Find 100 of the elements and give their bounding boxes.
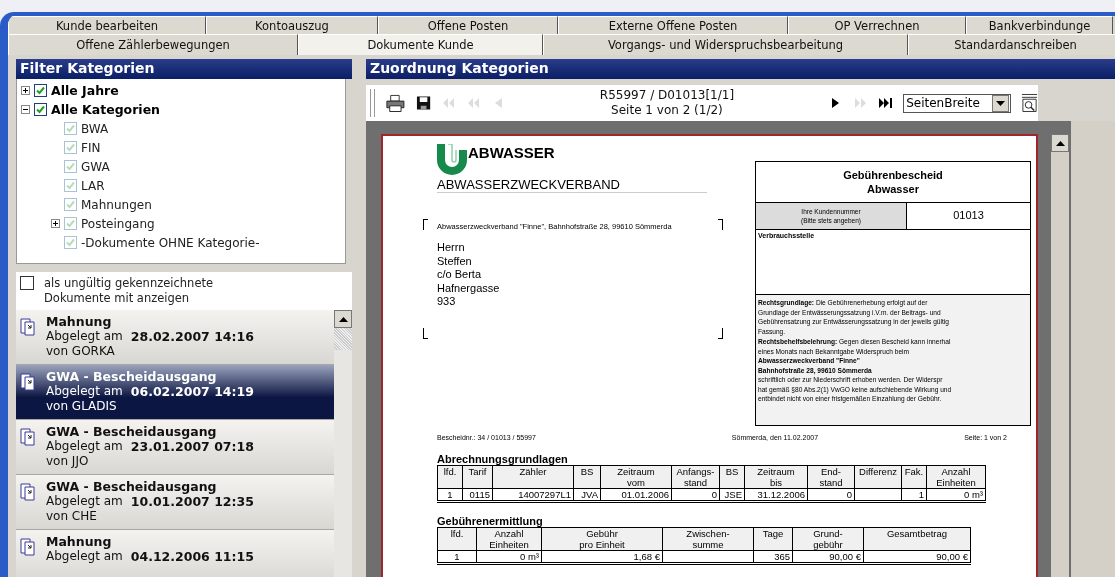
column-header: Zeitraum vom: [600, 465, 672, 489]
section-heading: Gebührenermittlung: [437, 515, 544, 527]
table-cell: 1: [454, 551, 460, 562]
zoom-select[interactable]: SeitenBreite: [903, 93, 1011, 113]
filed-label: Abgelegt am: [46, 494, 123, 509]
filed-label: Abgelegt am: [46, 384, 123, 399]
column-header: Differenz: [854, 465, 902, 489]
column-header: lfd.: [437, 465, 463, 489]
tab[interactable]: OP Verrechnen: [788, 16, 966, 34]
table-cell: JSE: [724, 489, 742, 500]
tab[interactable]: Kontoauszug: [206, 16, 378, 34]
document-title: Mahnung: [46, 314, 113, 329]
column-header: Gebühr pro Einheit: [541, 527, 663, 551]
column-header: Fak.: [901, 465, 927, 489]
panel-title: Filter Kategorien: [16, 59, 352, 79]
scroll-up-icon[interactable]: [338, 316, 348, 322]
document-list-item[interactable]: GWA - Bescheidausgang Abgelegt am 06.02.2007 14:19 von GLADIS: [16, 365, 334, 420]
document-title: GWA - Bescheidausgang: [46, 479, 218, 494]
scroll-up-icon[interactable]: [1055, 140, 1065, 146]
table-cell: 1: [918, 489, 924, 500]
tab[interactable]: Kunde bearbeiten: [8, 16, 206, 34]
scrollbar[interactable]: [334, 310, 352, 577]
column-header: BS: [719, 465, 745, 489]
checkbox[interactable]: [34, 103, 47, 116]
tree-item-label[interactable]: Alle Jahre: [51, 83, 119, 98]
expand-icon[interactable]: [21, 86, 30, 95]
table-cell: 14007297L1: [518, 489, 571, 500]
document-title: GWA - Bescheidausgang: [46, 424, 218, 439]
checkbox[interactable]: [20, 276, 34, 290]
last-icon[interactable]: [878, 97, 894, 109]
column-header: Tage: [753, 527, 793, 551]
zoom-page-icon[interactable]: [1021, 93, 1038, 113]
save-icon[interactable]: [415, 95, 431, 111]
filed-label: Abgelegt am: [46, 329, 123, 344]
column-header: Anfangs- stand: [671, 465, 720, 489]
printer-icon[interactable]: [384, 93, 406, 113]
column-header: Zeitraum bis: [744, 465, 808, 489]
column-header: End- stand: [807, 465, 855, 489]
checkbox-label: als ungültig gekennzeichnete Dokumente mit anzeigen: [44, 276, 214, 306]
collapse-icon[interactable]: [21, 105, 30, 114]
column-header: Zähler: [492, 465, 574, 489]
filed-date: 10.01.2007 12:35: [130, 494, 254, 509]
filed-date: 06.02.2007 14:19: [130, 384, 254, 399]
filed-by: von JJO: [46, 454, 90, 469]
dropdown-arrow-icon[interactable]: [996, 100, 1005, 106]
document-list-item[interactable]: Mahnung Abgelegt am 28.02.2007 14:16 von GORKA: [16, 310, 334, 365]
document-title: Mahnung: [46, 534, 113, 549]
table-cell: 01.01.2006: [621, 489, 669, 500]
column-header: Zwischen- summe: [662, 527, 754, 551]
table-cell: 90,00 €: [936, 551, 968, 562]
filed-by: von GLADIS: [46, 399, 118, 414]
document-title: GWA - Bescheidausgang: [46, 369, 218, 384]
filed-label: Abgelegt am: [46, 439, 123, 454]
table-cell: JVA: [581, 489, 598, 500]
tab[interactable]: Vorgangs- und Widerspruchsbearbeitung: [543, 34, 908, 55]
table-cell: 0 m³: [520, 551, 539, 562]
scrollbar[interactable]: [1051, 134, 1069, 577]
filed-by: von CHE: [46, 509, 98, 524]
tab[interactable]: Bankverbindunge: [966, 16, 1113, 34]
section-heading: Abrechnungsgrundlagen: [437, 453, 569, 465]
column-header: Gesamtbetrag: [863, 527, 971, 551]
table-cell: 0: [846, 489, 852, 500]
notice-title: Gebührenbescheid Abwasser: [842, 168, 944, 197]
tab[interactable]: Externe Offene Posten: [558, 16, 788, 34]
customer-number: 01013: [952, 208, 985, 223]
filed-date: 28.02.2007 14:16: [130, 329, 254, 344]
tab[interactable]: Standardanschreiben: [908, 34, 1115, 55]
organisation-name: ABWASSERZWECKVERBAND: [437, 177, 707, 193]
document-list-item[interactable]: GWA - Bescheidausgang Abgelegt am 10.01.2007 12:35 von CHE: [16, 475, 334, 530]
column-header: Tarif: [462, 465, 493, 489]
logo-text: ABWASSER: [468, 144, 555, 161]
table-cell: 90,00 €: [829, 551, 861, 562]
document-list-item[interactable]: Mahnung Abgelegt am 04.12.2006 11:15: [16, 530, 334, 577]
table-cell: 0115: [469, 489, 490, 500]
document-id: R55997 / D01013[1/1]: [599, 88, 735, 103]
column-header: lfd.: [437, 527, 477, 551]
tab[interactable]: Dokumente Kunde: [298, 34, 543, 55]
column-header: Anzahl Einheiten: [476, 527, 542, 551]
tab[interactable]: Offene Posten: [378, 16, 558, 34]
table-cell: 1: [447, 489, 453, 500]
column-header: BS: [573, 465, 601, 489]
checkbox[interactable]: [34, 84, 47, 97]
filed-label: Abgelegt am: [46, 549, 123, 564]
table-cell: 0 m³: [964, 489, 983, 500]
column-header: Anzahl Einheiten: [926, 465, 986, 489]
tree-item-label[interactable]: Alle Kategorien: [51, 102, 160, 117]
scroll-thumb[interactable]: [334, 328, 352, 350]
recipient-address: Herrn Steffen c/o Berta Hafnergasse 933: [437, 241, 501, 309]
column-header: Grund- gebühr: [792, 527, 864, 551]
logo-icon: [437, 144, 467, 176]
document-list-item[interactable]: GWA - Bescheidausgang Abgelegt am 23.01.2007 07:18 von JJO: [16, 420, 334, 475]
table-cell: 365: [774, 551, 790, 562]
tab[interactable]: Offene Zählerbewegungen: [8, 34, 298, 55]
page-info: Seite 1 von 2 (1/2): [611, 103, 723, 118]
filed-date: 04.12.2006 11:15: [130, 549, 254, 564]
table-cell: 31.12.2006: [757, 489, 805, 500]
table-cell: 1,68 €: [633, 551, 660, 562]
filed-date: 23.01.2007 07:18: [130, 439, 254, 454]
filed-by: von GORKA: [46, 344, 116, 359]
table-cell: 0: [711, 489, 717, 500]
